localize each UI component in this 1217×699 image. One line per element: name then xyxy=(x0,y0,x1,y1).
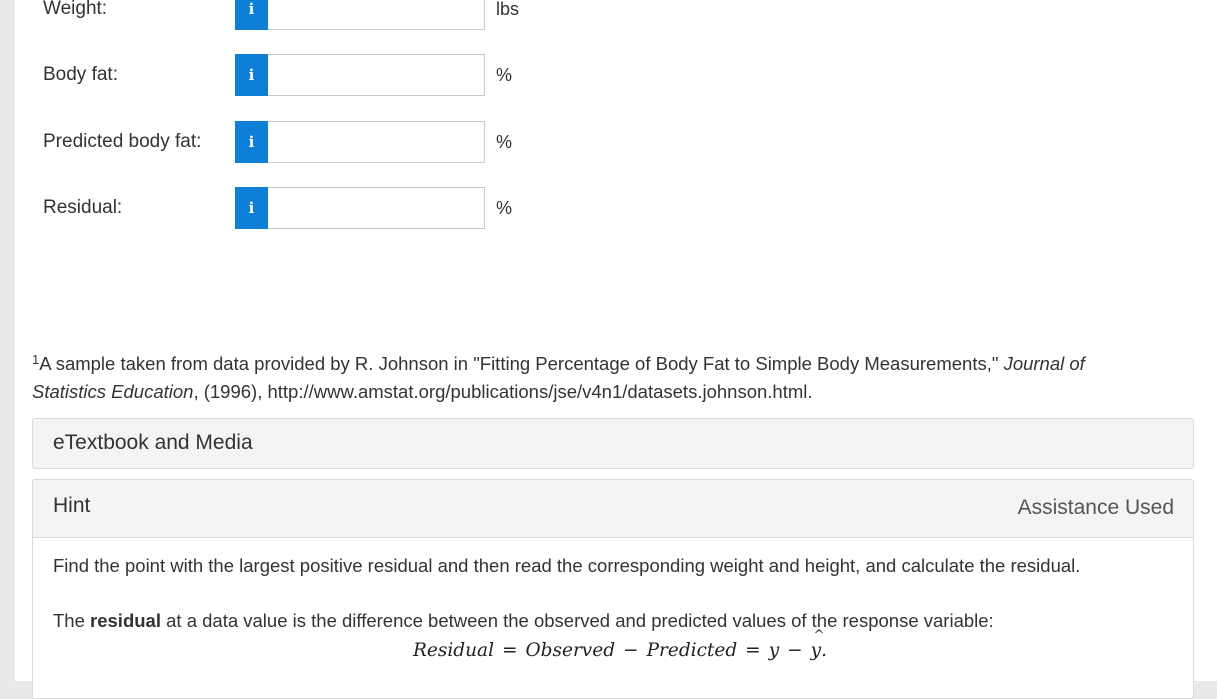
footnote-text-after: , (1996), http://www.amstat.org/publicat… xyxy=(193,381,813,402)
weight-unit: lbs xyxy=(496,0,520,19)
formula-minus-1: − xyxy=(623,640,639,661)
etextbook-title[interactable]: eTextbook and Media xyxy=(53,419,253,467)
hint-paragraph-1: Find the point with the largest positive… xyxy=(53,555,1081,576)
hint-header[interactable]: Hint Assistance Used xyxy=(33,480,1193,538)
formula-residual: Residual xyxy=(413,640,494,661)
formula-hat: ^ xyxy=(813,628,825,643)
hint-p2-before: The xyxy=(53,610,91,631)
formula-minus-2: − xyxy=(787,640,803,661)
residual-info-icon[interactable]: i xyxy=(235,187,268,229)
etextbook-panel[interactable]: eTextbook and Media xyxy=(32,418,1194,469)
body-fat-label: Body fat: xyxy=(43,64,118,85)
formula-equals-2: = xyxy=(745,640,761,661)
body-fat-unit: % xyxy=(496,65,513,85)
formula-y-hat: ^ y xyxy=(810,628,825,661)
page: Weight: i lbs Body fat: i % Predicted bo… xyxy=(15,0,1217,699)
footnote-text-before: A sample taken from data provided by R. … xyxy=(39,353,1004,374)
weight-input[interactable] xyxy=(268,0,485,30)
weight-label: Weight: xyxy=(43,0,108,19)
predicted-body-fat-unit: % xyxy=(496,132,513,152)
formula-predicted: Predicted xyxy=(646,640,738,661)
residual-input[interactable] xyxy=(268,187,485,229)
predicted-body-fat-input[interactable] xyxy=(268,121,485,163)
formula-y: y xyxy=(768,640,780,661)
residual-unit: % xyxy=(496,198,513,218)
hint-p2-bold: residual xyxy=(90,610,161,631)
predicted-body-fat-info-icon[interactable]: i xyxy=(235,121,268,163)
residual-label: Residual: xyxy=(43,197,123,218)
predicted-body-fat-label: Predicted body fat: xyxy=(43,131,202,152)
hint-title[interactable]: Hint xyxy=(53,480,90,531)
formula-equals-1: = xyxy=(502,640,518,661)
formula-observed: Observed xyxy=(525,640,616,661)
hint-paragraph-2: The residual at a data value is the diff… xyxy=(53,610,994,632)
hint-p2-after: at a data value is the difference betwee… xyxy=(160,610,994,631)
formula-period: . xyxy=(821,640,827,661)
footnote: 1A sample taken from data provided by R.… xyxy=(32,350,1162,406)
body-fat-info-icon[interactable]: i xyxy=(235,54,268,96)
hint-panel: Hint Assistance Used Find the point with… xyxy=(32,479,1194,699)
formula-yhat-base: y xyxy=(810,640,822,661)
body-fat-input[interactable] xyxy=(268,54,485,96)
weight-info-icon[interactable]: i xyxy=(235,0,268,30)
residual-formula: Residual = Observed − Predicted = y − ^ y. xyxy=(413,628,827,661)
assistance-used-status: Assistance Used xyxy=(1017,496,1174,519)
